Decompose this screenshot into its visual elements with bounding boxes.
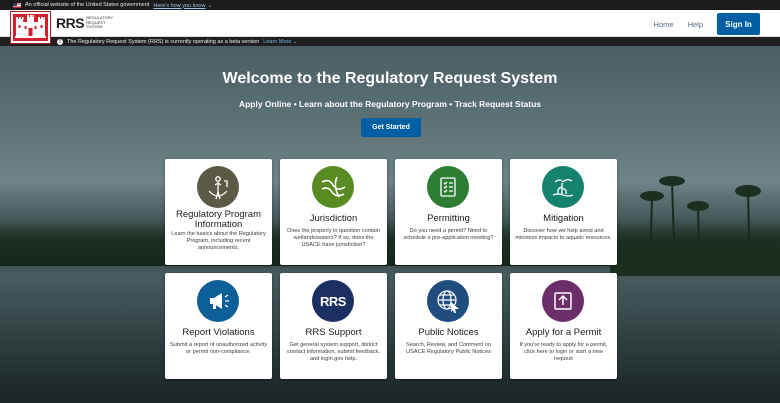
megaphone-icon bbox=[197, 280, 239, 322]
hero-water-background bbox=[0, 266, 780, 403]
sign-in-button[interactable]: Sign In bbox=[717, 13, 760, 35]
card-title: Report Violations bbox=[182, 327, 255, 338]
card-description: Does the property in question contain we… bbox=[287, 228, 380, 249]
card-mitigation[interactable]: Mitigation Discover how we help avoid an… bbox=[510, 159, 617, 265]
rrs-logo-subtitle: Regulatory Request System bbox=[86, 15, 114, 30]
card-title: Mitigation bbox=[543, 213, 584, 224]
learn-more-link[interactable]: Learn More ⌄ bbox=[263, 39, 297, 45]
jurisdiction-icon bbox=[312, 166, 354, 208]
beta-notice-text: The Regulatory Request System (RRS) is c… bbox=[67, 38, 260, 45]
permitting-icon bbox=[427, 166, 469, 208]
nav-home[interactable]: Home bbox=[654, 20, 674, 29]
card-title: Regulatory Program Information bbox=[175, 209, 261, 230]
card-description: Learn the basics about the Regulatory Pr… bbox=[171, 231, 266, 252]
card-apply-for-permit[interactable]: Apply for a Permit If you're ready to ap… bbox=[510, 273, 617, 379]
card-report-violations[interactable]: Report Violations Submit a report of una… bbox=[165, 273, 272, 379]
palm-trees-image bbox=[610, 176, 780, 276]
card-rrs-support[interactable]: RRS RRS Support Get general system suppo… bbox=[280, 273, 387, 379]
mitigation-icon bbox=[542, 166, 584, 208]
card-regulatory-program[interactable]: Regulatory Program Information Learn the… bbox=[165, 159, 272, 265]
globe-cursor-icon bbox=[427, 280, 469, 322]
us-flag-icon bbox=[13, 2, 21, 8]
usace-castle-logo[interactable] bbox=[11, 12, 50, 43]
hero-section: Welcome to the Regulatory Request System… bbox=[0, 46, 780, 403]
chevron-down-icon: ⌄ bbox=[207, 2, 213, 9]
gov-banner: An official website of the United States… bbox=[0, 0, 780, 10]
card-title: Apply for a Permit bbox=[525, 327, 602, 338]
card-description: Search, Review, and Comment on USACE Reg… bbox=[406, 342, 491, 356]
card-description: If you're ready to apply for a permit, c… bbox=[519, 342, 608, 363]
card-jurisdiction[interactable]: Jurisdiction Does the property in questi… bbox=[280, 159, 387, 265]
main-nav: Home Help Sign In bbox=[654, 13, 760, 35]
site-header: RRS Regulatory Request System Home Help Si… bbox=[0, 10, 780, 43]
rrs-logo-letters: RRS bbox=[56, 15, 85, 31]
regulatory-program-icon bbox=[197, 166, 239, 208]
card-permitting[interactable]: Permitting Do you need a permit? Need to… bbox=[395, 159, 502, 265]
beta-notice-bar: ! The Regulatory Request System (RRS) is… bbox=[0, 37, 780, 46]
card-description: Discover how we help avoid and minimize … bbox=[515, 228, 612, 242]
card-title: RRS Support bbox=[305, 327, 362, 338]
card-public-notices[interactable]: Public Notices Search, Review, and Comme… bbox=[395, 273, 502, 379]
rrs-support-icon: RRS bbox=[312, 280, 354, 322]
info-icon: ! bbox=[57, 38, 63, 45]
gov-banner-text: An official website of the United States… bbox=[25, 2, 150, 8]
hero-title: Welcome to the Regulatory Request System bbox=[222, 70, 558, 87]
card-title: Permitting bbox=[427, 213, 470, 224]
card-title: Public Notices bbox=[418, 327, 479, 338]
card-title: Jurisdiction bbox=[309, 213, 358, 224]
apply-upload-icon bbox=[542, 280, 584, 322]
get-started-button[interactable]: Get Started bbox=[361, 118, 421, 137]
card-description: Submit a report of unauthorized activity… bbox=[170, 342, 268, 356]
rrs-logo[interactable]: RRS Regulatory Request System bbox=[56, 15, 113, 31]
hero-subtitle: Apply Online • Learn about the Regulator… bbox=[238, 99, 542, 109]
card-description: Get general system support, district con… bbox=[287, 342, 380, 363]
heres-how-you-know-link[interactable]: Here's how you know ⌄ bbox=[153, 2, 212, 9]
card-description: Do you need a permit? Need to schedule a… bbox=[403, 228, 494, 242]
nav-help[interactable]: Help bbox=[688, 20, 703, 29]
